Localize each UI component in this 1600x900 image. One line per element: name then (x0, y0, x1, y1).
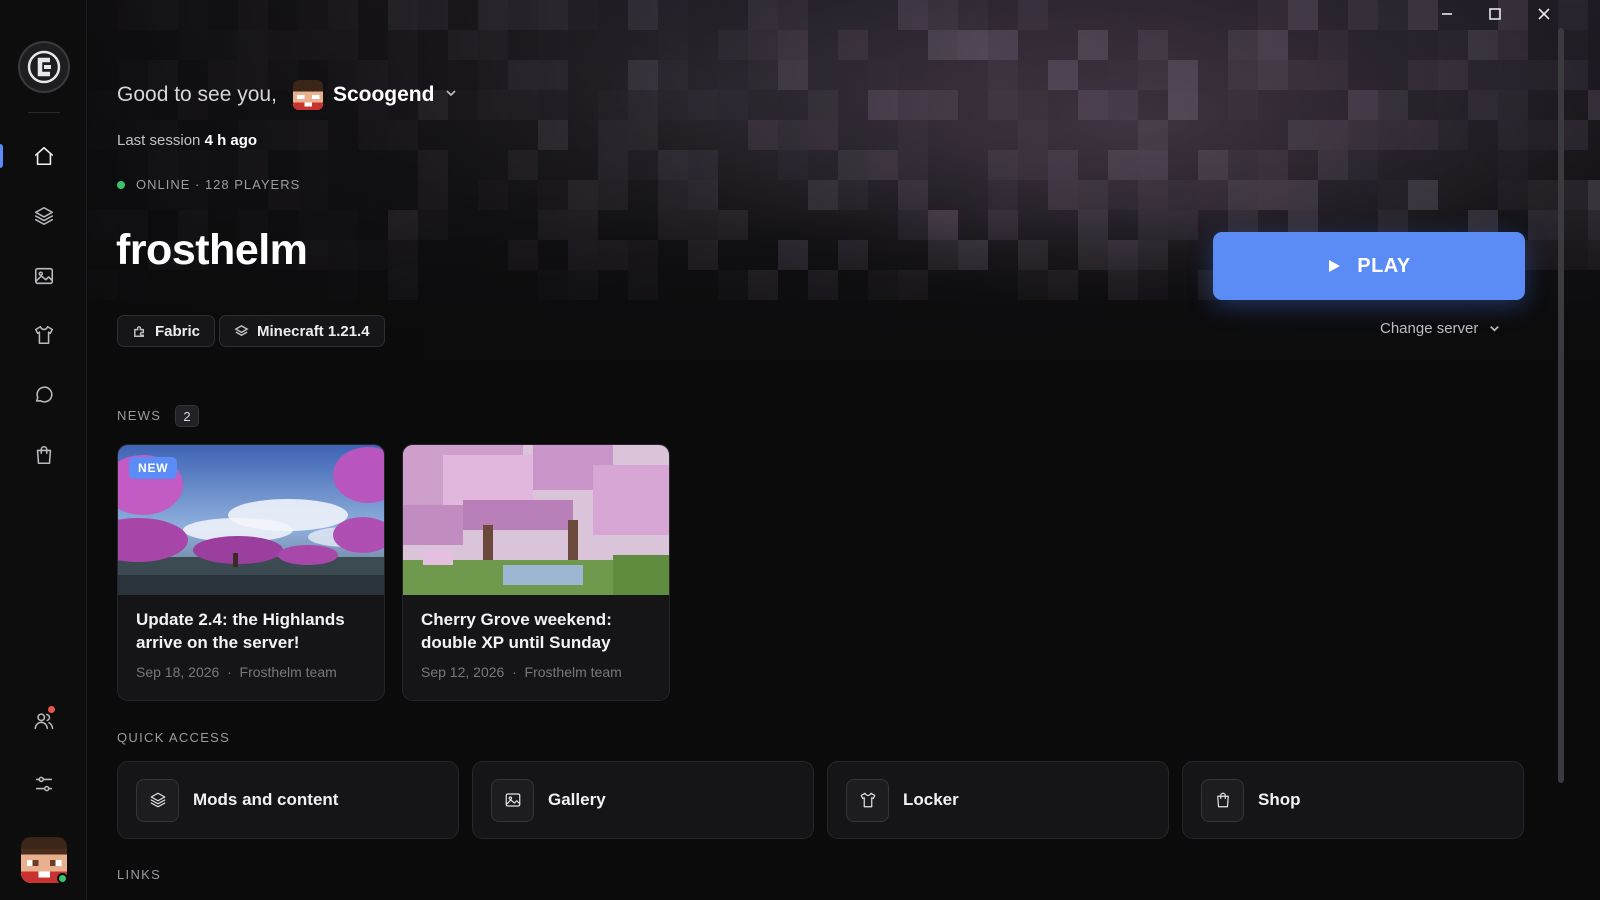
image-icon (34, 267, 53, 285)
user-avatar[interactable] (292, 80, 323, 110)
play-icon (1329, 260, 1341, 272)
sidebar-item-home[interactable] (0, 132, 87, 180)
news-title: Cherry Grove weekend: double XP until Su… (421, 610, 612, 652)
sidebar-item-settings[interactable] (0, 760, 87, 808)
close-icon (1538, 8, 1550, 20)
quick-access-label-text: Mods and content (193, 790, 339, 809)
scrollbar-thumb[interactable] (1558, 28, 1564, 783)
maximize-icon (1489, 8, 1501, 20)
tag-label: Fabric (155, 322, 201, 340)
play-label: PLAY (1357, 254, 1411, 277)
qa-icon-box (846, 778, 889, 822)
image-icon (505, 793, 520, 807)
play-button[interactable]: PLAY (1213, 232, 1525, 300)
qa-icon-box (1201, 778, 1244, 822)
avatar (292, 80, 323, 110)
news-image: NEW (118, 445, 384, 595)
links-section-label: LINKS (117, 867, 162, 882)
online-status-indicator (57, 873, 68, 884)
loader-tag: Fabric (117, 315, 216, 347)
layers-icon (34, 206, 53, 226)
last-session-value: 4 h ago (204, 132, 258, 149)
news-author: Frosthelm team (524, 664, 622, 680)
change-server-label: Change server (1380, 320, 1479, 337)
last-session-label: Last session (117, 132, 201, 149)
news-author: Frosthelm team (239, 664, 337, 680)
quick-access-mods[interactable]: Mods and content (117, 761, 459, 839)
chevron-down-icon (1490, 326, 1500, 332)
change-server-button[interactable]: Change server (1380, 320, 1501, 337)
sidebar-divider (28, 112, 60, 113)
sidebar-item-friends[interactable] (0, 697, 87, 745)
chevron-down-icon[interactable] (444, 86, 458, 105)
minimize-button[interactable] (1424, 0, 1470, 28)
quick-access-label: QUICK ACCESS (117, 730, 231, 745)
status-text: ONLINE · 128 PLAYERS (136, 177, 301, 192)
quick-access-label-text: Locker (903, 790, 959, 809)
server-name: frosthelm (116, 226, 308, 274)
new-badge: NEW (129, 457, 178, 479)
sidebar-item-chat[interactable] (0, 371, 87, 419)
qa-icon-box (136, 778, 179, 822)
news-date: Sep 18, 2026 (136, 664, 220, 680)
news-meta: Sep 12, 2026 · Frosthelm team (421, 664, 622, 680)
maximize-button[interactable] (1472, 0, 1518, 28)
sidebar-item-locker[interactable] (0, 311, 87, 359)
sliders-icon (35, 776, 52, 792)
app-logo[interactable] (18, 41, 70, 93)
news-card[interactable]: NEW Update 2.4: the Highlands arrive on … (117, 444, 385, 701)
server-status: ONLINE · 128 PLAYERS (117, 177, 300, 192)
status-dot (117, 180, 125, 189)
chat-bubble-icon (35, 386, 53, 403)
news-image (403, 445, 669, 595)
last-session: Last session 4 h ago (117, 132, 257, 149)
minimize-icon (1442, 13, 1452, 15)
tag-label: Minecraft 1.21.4 (257, 322, 370, 340)
close-button[interactable] (1521, 0, 1567, 28)
shopping-bag-icon (36, 446, 51, 465)
news-meta: Sep 18, 2026 · Frosthelm team (136, 664, 337, 680)
quick-access-label-text: Shop (1258, 790, 1301, 809)
sidebar (0, 0, 87, 900)
c-logo-icon (27, 50, 61, 84)
shirt-icon (860, 792, 875, 808)
shopping-bag-icon (1216, 792, 1229, 808)
quick-access-label-text: Gallery (548, 790, 606, 809)
shirt-icon (34, 325, 53, 345)
quick-access-gallery[interactable]: Gallery (472, 761, 814, 839)
news-section-label: NEWS (117, 408, 162, 423)
news-count-badge: 2 (175, 405, 199, 427)
scrollbar[interactable] (1556, 28, 1566, 900)
greeting-row: Good to see you, Scoogend (117, 80, 458, 110)
news-title: Update 2.4: the Highlands arrive on the … (136, 610, 345, 652)
notification-badge (47, 705, 56, 714)
news-date: Sep 12, 2026 (421, 664, 505, 680)
quick-access-shop[interactable]: Shop (1182, 761, 1524, 839)
sidebar-item-shop[interactable] (0, 431, 87, 479)
greeting-text: Good to see you, (117, 83, 277, 106)
layers-icon (150, 792, 165, 808)
username-dropdown[interactable]: Scoogend (333, 83, 435, 107)
puzzle-icon (134, 325, 144, 337)
sidebar-item-mods[interactable] (0, 192, 87, 240)
qa-icon-box (491, 778, 534, 822)
layers-icon (234, 324, 249, 336)
home-icon (34, 146, 53, 166)
news-card[interactable]: Cherry Grove weekend: double XP until Su… (402, 444, 670, 701)
sidebar-item-gallery[interactable] (0, 252, 87, 300)
quick-access-locker[interactable]: Locker (827, 761, 1169, 839)
version-tag: Minecraft 1.21.4 (219, 315, 385, 347)
